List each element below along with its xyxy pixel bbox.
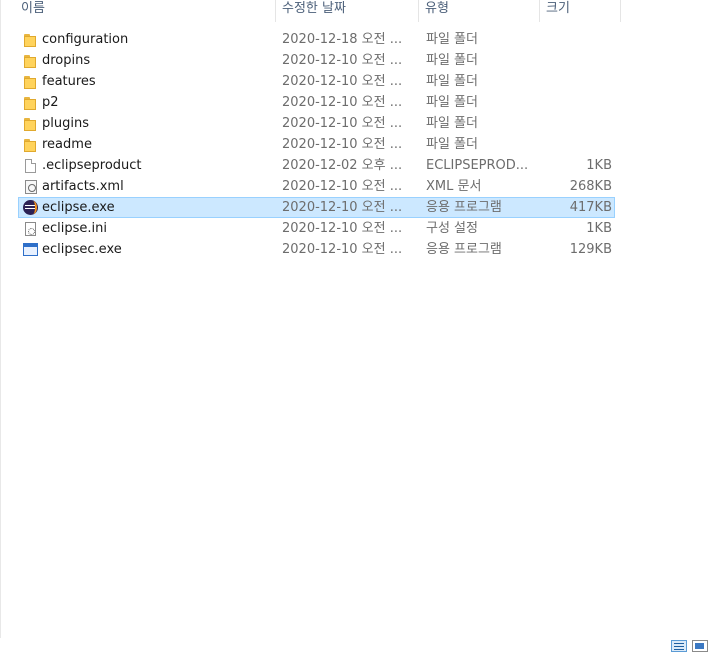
file-size: 268KB <box>569 179 612 194</box>
file-type: 구성 설정 <box>426 221 478 236</box>
file-name: plugins <box>42 116 89 131</box>
file-size <box>529 93 612 112</box>
file-type: 파일 폴더 <box>426 137 478 152</box>
file-name: eclipsec.exe <box>42 242 122 257</box>
file-type: 파일 폴더 <box>426 53 478 68</box>
file-row-eclipsec-exe[interactable]: eclipsec.exe 2020-12-10 오전 ... 응용 프로그램 1… <box>18 239 615 260</box>
details-view-icon[interactable] <box>671 640 687 652</box>
file-size <box>529 51 612 70</box>
file-size: 129KB <box>569 242 612 257</box>
file-row-features[interactable]: features 2020-12-10 오전 ... 파일 폴더 <box>18 71 615 92</box>
file-name: dropins <box>42 53 91 68</box>
file-size <box>529 135 612 154</box>
column-header-name[interactable]: 이름 <box>15 0 276 22</box>
file-row-p2[interactable]: p2 2020-12-10 오전 ... 파일 폴더 <box>18 92 615 113</box>
xml-file-icon <box>23 179 39 195</box>
ini-file-icon <box>23 221 39 237</box>
file-type: XML 문서 <box>426 179 482 194</box>
file-date: 2020-12-10 오전 ... <box>282 95 403 110</box>
folder-icon <box>23 116 39 132</box>
large-icons-view-icon[interactable] <box>692 640 708 652</box>
file-date: 2020-12-10 오전 ... <box>282 74 403 89</box>
file-row-configuration[interactable]: configuration 2020-12-18 오전 ... 파일 폴더 <box>18 29 615 50</box>
file-date: 2020-12-02 오후 ... <box>282 158 403 173</box>
folder-icon <box>23 74 39 90</box>
file-type: 파일 폴더 <box>426 74 478 89</box>
folder-icon <box>23 53 39 69</box>
file-size <box>529 30 612 49</box>
file-type: 파일 폴더 <box>426 95 478 110</box>
file-name: eclipse.ini <box>42 221 107 236</box>
file-name: .eclipseproduct <box>42 158 142 173</box>
file-row-plugins[interactable]: plugins 2020-12-10 오전 ... 파일 폴더 <box>18 113 615 134</box>
file-type: 응용 프로그램 <box>426 200 502 215</box>
file-type: 파일 폴더 <box>426 32 478 47</box>
file-row-eclipse-exe[interactable]: eclipse.exe 2020-12-10 오전 ... 응용 프로그램 41… <box>18 197 615 218</box>
file-size: 417KB <box>569 200 612 215</box>
file-row-dropins[interactable]: dropins 2020-12-10 오전 ... 파일 폴더 <box>18 50 615 71</box>
file-row-eclipse-ini[interactable]: eclipse.ini 2020-12-10 오전 ... 구성 설정 1KB <box>18 218 615 239</box>
file-name: p2 <box>42 95 59 110</box>
file-type: 응용 프로그램 <box>426 242 502 257</box>
file-type: 파일 폴더 <box>426 116 478 131</box>
file-row-eclipseproduct[interactable]: .eclipseproduct 2020-12-02 오후 ... ECLIPS… <box>18 155 615 176</box>
status-bar <box>0 638 715 653</box>
file-icon <box>23 158 39 174</box>
file-size <box>529 114 612 133</box>
file-name: readme <box>42 137 92 152</box>
file-date: 2020-12-10 오전 ... <box>282 221 403 236</box>
folder-icon <box>23 32 39 48</box>
file-date: 2020-12-10 오전 ... <box>282 242 403 257</box>
column-header-size[interactable]: 크기 <box>540 0 621 22</box>
file-name: artifacts.xml <box>42 179 124 194</box>
column-header-date[interactable]: 수정한 날짜 <box>276 0 419 22</box>
file-type: ECLIPSEPROD... <box>426 158 529 173</box>
file-name: configuration <box>42 32 129 47</box>
file-list-pane: 이름 수정한 날짜 유형 크기 configuration 2020-12-18… <box>0 0 715 638</box>
file-date: 2020-12-10 오전 ... <box>282 200 403 215</box>
folder-icon <box>23 95 39 111</box>
file-size <box>529 72 612 91</box>
file-row-readme[interactable]: readme 2020-12-10 오전 ... 파일 폴더 <box>18 134 615 155</box>
file-date: 2020-12-10 오전 ... <box>282 116 403 131</box>
file-date: 2020-12-10 오전 ... <box>282 53 403 68</box>
file-date: 2020-12-10 오전 ... <box>282 137 403 152</box>
folder-icon <box>23 137 39 153</box>
file-row-artifacts-xml[interactable]: artifacts.xml 2020-12-10 오전 ... XML 문서 2… <box>18 176 615 197</box>
column-header: 이름 수정한 날짜 유형 크기 <box>1 0 621 22</box>
eclipse-icon <box>23 200 39 216</box>
file-size: 1KB <box>586 158 612 173</box>
file-name: eclipse.exe <box>42 200 115 215</box>
file-date: 2020-12-10 오전 ... <box>282 179 403 194</box>
file-date: 2020-12-18 오전 ... <box>282 32 403 47</box>
file-size: 1KB <box>586 221 612 236</box>
file-name: features <box>42 74 96 89</box>
column-header-type[interactable]: 유형 <box>419 0 540 22</box>
application-icon <box>23 242 39 258</box>
